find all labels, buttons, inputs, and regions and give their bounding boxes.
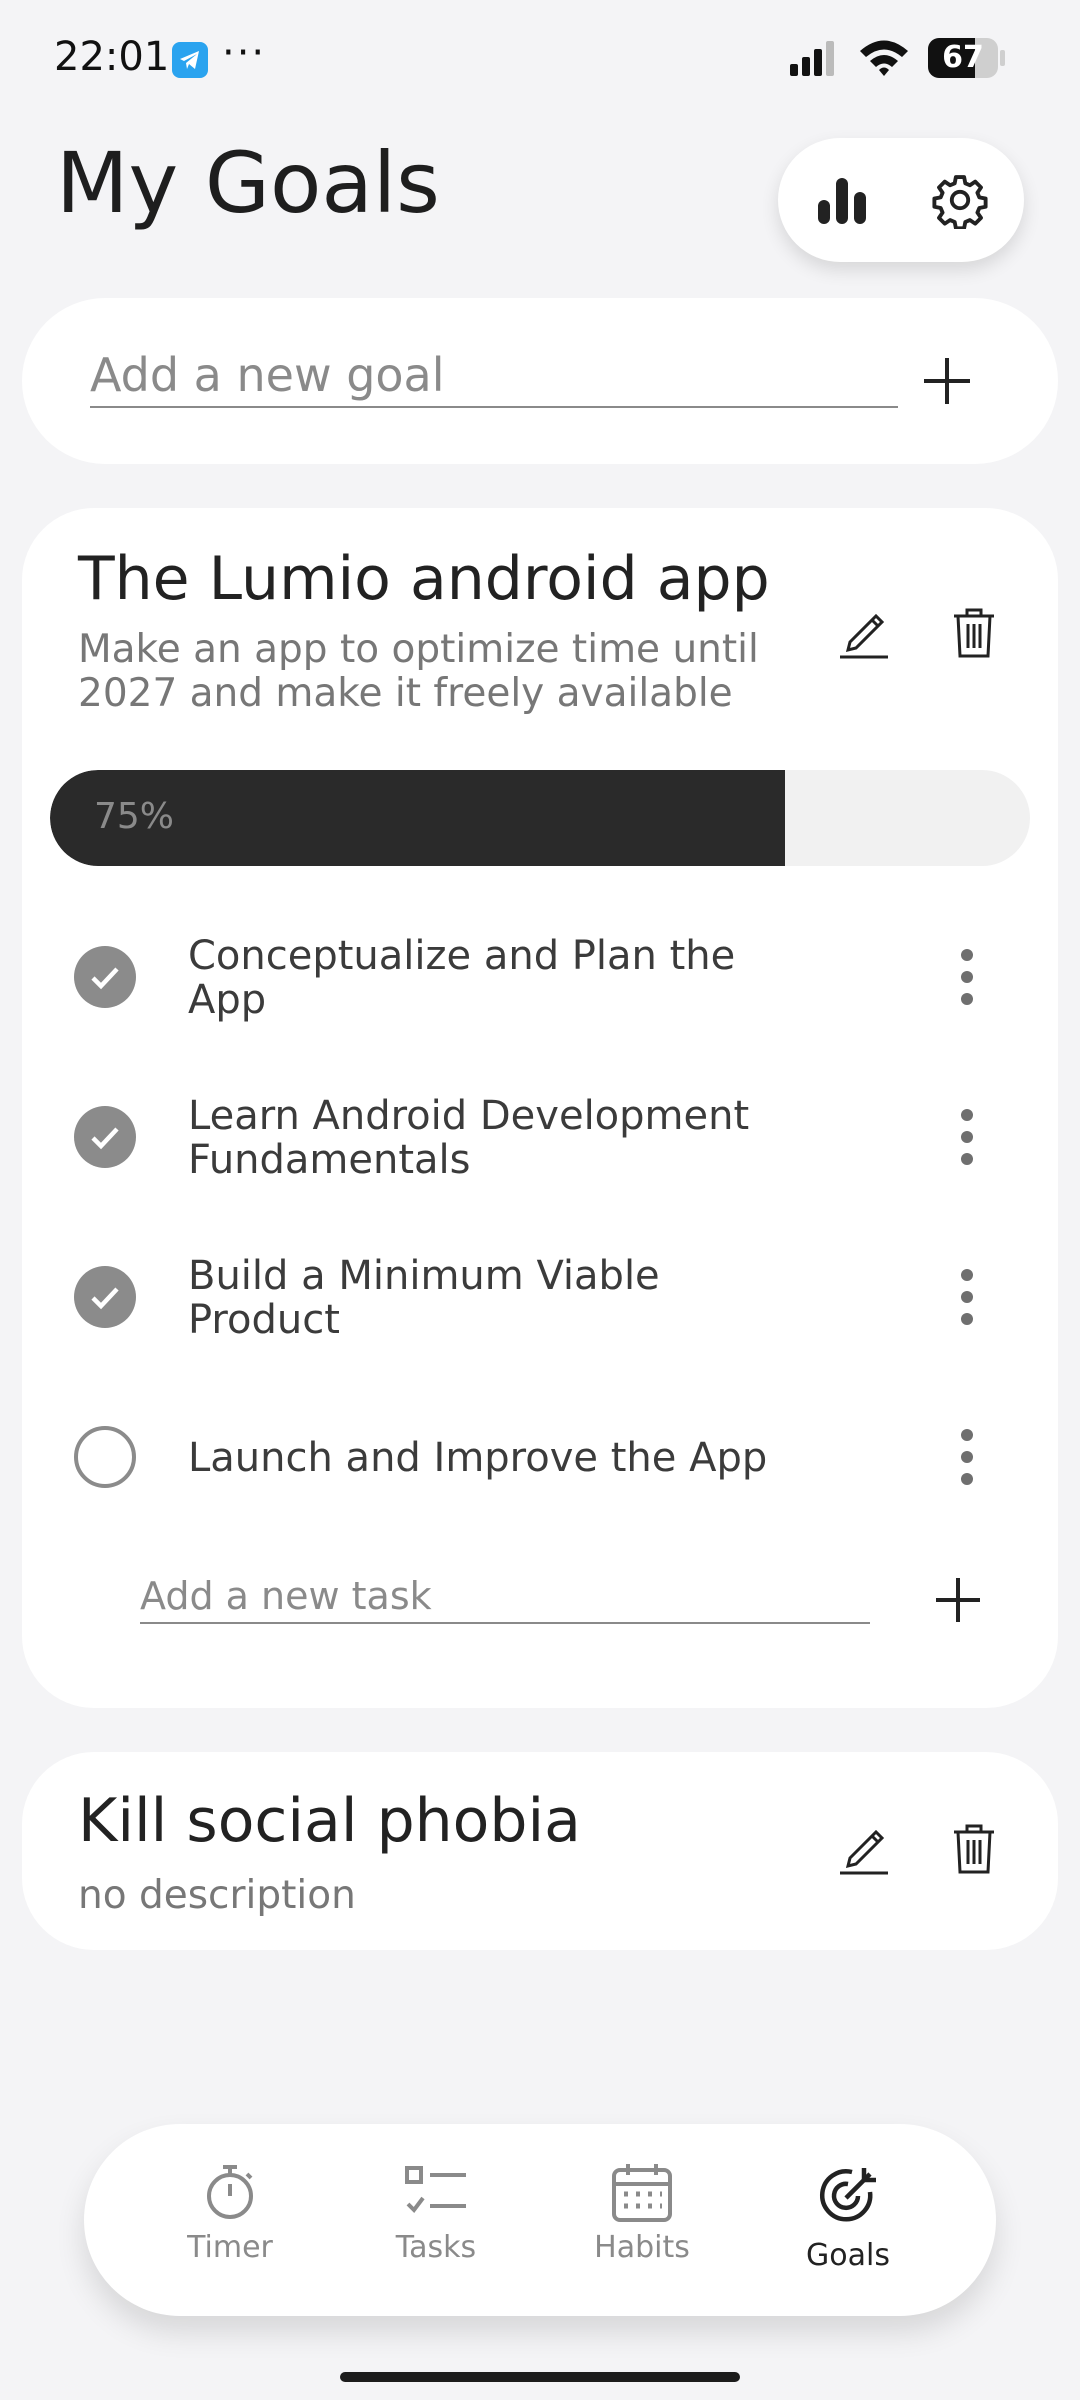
nav-label: Habits bbox=[594, 2230, 690, 2265]
checklist-icon bbox=[405, 2166, 466, 2214]
calendar-icon bbox=[612, 2164, 672, 2222]
task-item: Learn Android Development Fundamentals bbox=[22, 1058, 1058, 1218]
bottom-navigation: Timer Tasks Habits Goals bbox=[84, 2124, 996, 2316]
add-goal-button[interactable] bbox=[914, 348, 980, 414]
nav-label: Goals bbox=[806, 2238, 890, 2273]
more-vertical-icon bbox=[961, 1429, 973, 1485]
task-label: Launch and Improve the App bbox=[188, 1435, 768, 1481]
gear-icon bbox=[932, 175, 988, 229]
edit-goal-button[interactable] bbox=[832, 600, 896, 664]
goal-progress-label: 75% bbox=[94, 796, 175, 837]
status-time: 22:01 bbox=[54, 34, 170, 80]
nav-item-tasks[interactable]: Tasks bbox=[356, 2162, 516, 2292]
statistics-button[interactable] bbox=[810, 168, 874, 232]
edit-goal-button[interactable] bbox=[832, 1816, 896, 1880]
task-label: Learn Android Development Fundamentals bbox=[188, 1093, 750, 1183]
pencil-icon bbox=[840, 1829, 888, 1875]
nav-item-habits[interactable]: Habits bbox=[562, 2162, 722, 2292]
status-bar: 22:01 ··· 67 bbox=[0, 0, 1080, 120]
target-icon bbox=[820, 2168, 876, 2222]
header-actions bbox=[778, 138, 1024, 262]
settings-button[interactable] bbox=[928, 168, 992, 232]
task-checkbox[interactable] bbox=[74, 1266, 136, 1328]
battery-level: 67 bbox=[942, 40, 984, 75]
nav-item-timer[interactable]: Timer bbox=[150, 2162, 310, 2292]
trash-icon bbox=[954, 1824, 994, 1874]
goal-progress-bar: 75% bbox=[50, 770, 1030, 866]
more-vertical-icon bbox=[961, 949, 973, 1005]
task-item: Build a Minimum Viable Product bbox=[22, 1218, 1058, 1378]
nav-label: Tasks bbox=[395, 2230, 477, 2265]
status-more-indicator: ··· bbox=[222, 30, 267, 76]
task-item: Conceptualize and Plan the App bbox=[22, 898, 1058, 1058]
task-label: Conceptualize and Plan the App bbox=[188, 933, 736, 1023]
delete-goal-button[interactable] bbox=[942, 600, 1006, 664]
check-icon bbox=[91, 1287, 119, 1310]
goal-title: Kill social phobia bbox=[78, 1786, 581, 1856]
trash-icon bbox=[954, 608, 994, 658]
goal-card: The Lumio android app Make an app to opt… bbox=[22, 508, 1058, 1708]
nav-item-goals[interactable]: Goals bbox=[768, 2162, 928, 2292]
plus-icon bbox=[924, 358, 970, 404]
telegram-icon bbox=[172, 42, 208, 78]
bar-chart-icon bbox=[818, 178, 866, 224]
task-label: Build a Minimum Viable Product bbox=[188, 1253, 660, 1343]
add-goal-input[interactable] bbox=[90, 344, 898, 408]
home-indicator bbox=[340, 2372, 740, 2382]
goal-card: Kill social phobia no description bbox=[22, 1752, 1058, 1950]
task-checkbox[interactable] bbox=[74, 1106, 136, 1168]
task-checkbox[interactable] bbox=[74, 946, 136, 1008]
add-task-input[interactable] bbox=[140, 1570, 870, 1624]
task-checkbox[interactable] bbox=[74, 1426, 136, 1488]
task-item: Launch and Improve the App bbox=[22, 1378, 1058, 1538]
task-more-button[interactable] bbox=[942, 1424, 992, 1490]
add-task-button[interactable] bbox=[928, 1570, 988, 1630]
goal-description: Make an app to optimize time until 2027 … bbox=[78, 627, 759, 716]
battery-icon: 67 bbox=[928, 38, 1005, 78]
task-more-button[interactable] bbox=[942, 1104, 992, 1170]
signal-icon bbox=[790, 40, 838, 80]
task-list: Conceptualize and Plan the App Learn And… bbox=[22, 898, 1058, 1538]
check-icon bbox=[91, 967, 119, 990]
task-more-button[interactable] bbox=[942, 1264, 992, 1330]
stopwatch-icon bbox=[207, 2165, 253, 2219]
task-more-button[interactable] bbox=[942, 944, 992, 1010]
page-title: My Goals bbox=[56, 134, 440, 232]
pencil-icon bbox=[840, 613, 888, 659]
more-vertical-icon bbox=[961, 1109, 973, 1165]
plus-icon bbox=[936, 1578, 980, 1622]
wifi-icon bbox=[858, 38, 910, 80]
goal-description: no description bbox=[78, 1873, 356, 1918]
nav-label: Timer bbox=[187, 2230, 273, 2265]
check-icon bbox=[91, 1127, 119, 1150]
more-vertical-icon bbox=[961, 1269, 973, 1325]
delete-goal-button[interactable] bbox=[942, 1816, 1006, 1880]
add-goal-card bbox=[22, 298, 1058, 464]
goal-title: The Lumio android app bbox=[78, 544, 770, 614]
